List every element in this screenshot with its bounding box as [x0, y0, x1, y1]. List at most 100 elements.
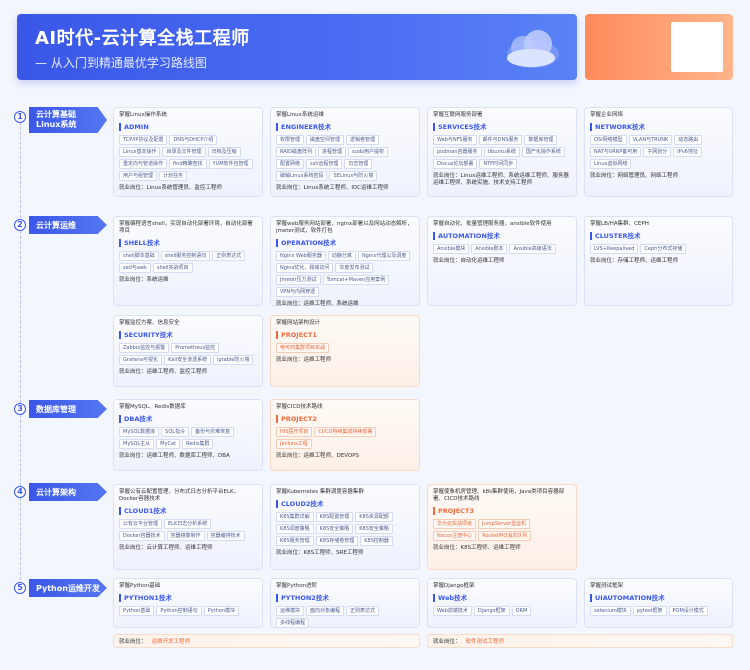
skill-tag[interactable]: SELinux与防火墙 — [329, 171, 378, 181]
skill-tag[interactable]: 重定向与管道操作 — [119, 159, 168, 169]
skill-tag[interactable]: JumpServer堡垒机 — [478, 519, 531, 529]
skill-tag[interactable]: SQL指令 — [161, 427, 190, 437]
skill-tag[interactable]: 归档及压缩 — [207, 147, 241, 157]
skill-tag[interactable]: K8S安全策略 — [355, 524, 393, 534]
skill-tag[interactable]: K8S服务管理 — [276, 536, 314, 546]
skill-tag[interactable]: NAT与VRRP备可用 — [590, 147, 642, 157]
section-label-architecture[interactable]: 云计算架构 — [29, 483, 107, 501]
course-card-s4c3[interactable]: 掌握使象机房管理、k8s集群使用，Java类项目容器部署、CICD技术路线 PRO… — [427, 484, 577, 570]
skill-tag[interactable]: 灰度发布测试 — [335, 263, 374, 273]
skill-tag[interactable]: NTP时间同步 — [479, 159, 518, 169]
skill-tag[interactable]: shell服务控制语句 — [160, 251, 211, 261]
skill-tag[interactable]: Grafana可视化 — [119, 355, 163, 365]
skill-tag[interactable]: 华为云实战项目 — [433, 519, 477, 529]
skill-tag[interactable]: Web与NFS服务 — [433, 135, 477, 145]
skill-tag[interactable]: Nacos注册中心 — [433, 531, 477, 541]
course-card-s5c2[interactable]: 掌握Python进阶 PYTHON2技术 运维模块 面向对象编程 正则表达式 多线程编程 — [270, 578, 420, 628]
section-label-ops[interactable]: 云计算运维 — [29, 216, 107, 234]
skill-tag[interactable]: VPN与内网穿透 — [276, 287, 320, 297]
skill-tag[interactable]: DNS与DHCP介绍 — [169, 135, 218, 145]
skill-tag[interactable]: RocketMQ消息队列 — [478, 531, 532, 541]
skill-tag[interactable]: Ceph分布式存储 — [640, 244, 687, 254]
skill-tag[interactable]: 权限管理 — [276, 135, 305, 145]
course-card-s4c2[interactable]: 掌握Kubernetes 集群调度容器集群 CLOUD2技术 K8S集群详解 K8S配… — [270, 484, 420, 570]
section-label-database[interactable]: 数据库管理 — [29, 400, 107, 418]
course-card-s1c1[interactable]: 掌握Linux操作系统 ADMIN TCP/IP协议及配置 DNS与DHCP介绍 Lin… — [113, 107, 263, 197]
skill-tag[interactable]: shell实战项目 — [152, 263, 193, 273]
skill-tag[interactable]: 目录及文件管理 — [162, 147, 206, 157]
skill-tag[interactable]: 备份与灾难恢复 — [191, 427, 235, 437]
skill-tag[interactable]: K8S调度策略 — [276, 524, 314, 534]
skill-tag[interactable]: Linux虚拟网络 — [590, 159, 632, 169]
skill-tag[interactable]: Docker容器技术 — [119, 531, 165, 541]
skill-tag[interactable]: K8S存储卷管理 — [315, 536, 359, 546]
skill-tag[interactable]: LVS+Keepalived — [590, 244, 639, 254]
skill-tag[interactable]: MyCat — [156, 439, 180, 449]
section-label-python[interactable]: Python运维开发 — [29, 579, 107, 597]
skill-tag[interactable]: 正则表达式 — [346, 606, 380, 616]
course-card-s2c3[interactable]: 掌握自动化、批量管理服务器，ansible软件使用 AUTOMATION技术 Ans… — [427, 216, 577, 306]
skill-tag[interactable]: POM设计模式 — [668, 606, 708, 616]
skill-tag[interactable]: selenium模块 — [590, 606, 631, 616]
skill-tag[interactable]: Python控制语句 — [156, 606, 202, 616]
skill-tag[interactable]: pytest框架 — [632, 606, 667, 616]
skill-tag[interactable]: YUM软件包管理 — [208, 159, 253, 169]
skill-tag[interactable]: Python模块 — [203, 606, 240, 616]
course-card-s5c4[interactable]: 掌握测试框架 UIAUTOMATION技术 selenium模块 pytest框架 PO… — [584, 578, 733, 628]
skill-tag[interactable]: K8S安全策略 — [315, 524, 354, 534]
skill-tag[interactable]: 动静分离 — [327, 251, 356, 261]
skill-tag[interactable]: 国产化操作系统 — [521, 147, 565, 157]
skill-tag[interactable]: Nginx优化、跨域访问 — [276, 263, 334, 273]
skill-tag[interactable]: CI/CD持续集成持续部署 — [314, 427, 377, 437]
course-card-s3c1[interactable]: 掌握MySQL、Redis数据库 DBA技术 MySQL数据库 SQL指令 备份与灾难恢… — [113, 399, 263, 471]
course-card-s2c4[interactable]: 掌握LB/HA集群、CEPH CLUSTER技术 LVS+Keepalived Cep… — [584, 216, 733, 306]
skill-tag[interactable]: 子网划分 — [643, 147, 672, 157]
course-card-s1c2[interactable]: 掌握Linux系统运维 ENGINEER技术 权限管理 磁盘空间管理 逻辑卷管理 RAID… — [270, 107, 420, 197]
course-card-s2c2[interactable]: 掌握web服务网站部署，nginx部署以及网站动态解析，jmeter测试，软件打… — [270, 216, 420, 307]
skill-tag[interactable]: 逻辑卷管理 — [346, 135, 380, 145]
skill-tag[interactable]: VLAN与TRUNK — [628, 135, 673, 145]
skill-tag[interactable]: K8S集群详解 — [276, 512, 314, 522]
skill-tag[interactable]: K8S资源配额 — [355, 512, 393, 522]
skill-tag[interactable]: Zabbix监控与报警 — [119, 343, 170, 353]
skill-tag[interactable]: sed与awk — [119, 263, 151, 273]
skill-tag[interactable]: Prometheus监控 — [171, 343, 220, 353]
skill-tag[interactable]: Tomcat+Maven应用案例 — [322, 275, 390, 285]
skill-tag[interactable]: 公有云平台管理 — [119, 519, 163, 529]
skill-tag[interactable]: Ansible剧本 — [471, 244, 508, 254]
skill-tag[interactable]: Nginx代理以及调度 — [357, 251, 411, 261]
skill-tag[interactable]: Redis集群 — [181, 439, 214, 449]
course-card-s2c1[interactable]: 掌握编程语言shell，实现自动化部署环境，自动化部署项目 SHELL技术 shel… — [113, 216, 263, 306]
course-card-s1c4[interactable]: 掌握企业网络 NETWORK技术 OSI网络模型 VLAN与TRUNK 动态路由 NAT与… — [584, 107, 733, 197]
course-card-s1c3[interactable]: 掌握互联网服务部署 SERVICES技术 Web与NFS服务 邮件与DNS服务 数据库管… — [427, 107, 577, 197]
skill-tag[interactable]: K8S配置管理 — [315, 512, 354, 522]
skill-tag[interactable]: MySQL数据库 — [119, 427, 160, 437]
skill-tag[interactable]: Linux基本操作 — [119, 147, 161, 157]
skill-tag[interactable]: Ansible模块 — [433, 244, 470, 254]
skill-tag[interactable]: TCP/IP协议及配置 — [119, 135, 168, 145]
skill-tag[interactable]: podman容器服务 — [433, 147, 482, 157]
skill-tag[interactable]: 动态路由 — [674, 135, 703, 145]
skill-tag[interactable]: ssh远程管理 — [306, 159, 343, 169]
skill-tag[interactable]: Python基础 — [119, 606, 155, 616]
skill-tag[interactable]: 多线程编程 — [276, 618, 310, 628]
course-card-s5c1[interactable]: 掌握Python基础 PYTHON1技术 Python基础 Python控制语句 Pyt… — [113, 578, 263, 628]
skill-tag[interactable]: 邮件与DNS服务 — [478, 135, 523, 145]
skill-tag[interactable]: MySQL主从 — [119, 439, 155, 449]
skill-tag[interactable]: K8S控制器 — [360, 536, 393, 546]
skill-tag[interactable]: 运维模块 — [276, 606, 305, 616]
skill-tag[interactable]: find精确查找 — [169, 159, 207, 169]
skill-tag[interactable]: Nginx Web服务器 — [276, 251, 326, 261]
skill-tag[interactable]: ORM — [511, 606, 532, 616]
skill-tag[interactable]: ELK日志分析系统 — [164, 519, 212, 529]
skill-tag[interactable]: HIS医疗项目 — [276, 427, 313, 437]
skill-tag[interactable]: 面向对象编程 — [306, 606, 345, 616]
skill-tag[interactable]: 磁盘空间管理 — [306, 135, 345, 145]
skill-tag[interactable]: 日志管理 — [344, 159, 373, 169]
skill-tag[interactable]: Kali安全渗透系统 — [164, 355, 212, 365]
course-card-s4c1[interactable]: 掌握公有云配置管理，分布式日志分析平台ELK，Docker容器技术 CLOUD1技… — [113, 484, 263, 570]
skill-tag[interactable]: Web前端技术 — [433, 606, 472, 616]
skill-tag[interactable]: 容器镜像制作 — [166, 531, 205, 541]
section-label-linux[interactable]: 云计算基础 Linux系统 — [29, 107, 107, 133]
skill-tag[interactable]: 计划任务 — [159, 171, 188, 181]
